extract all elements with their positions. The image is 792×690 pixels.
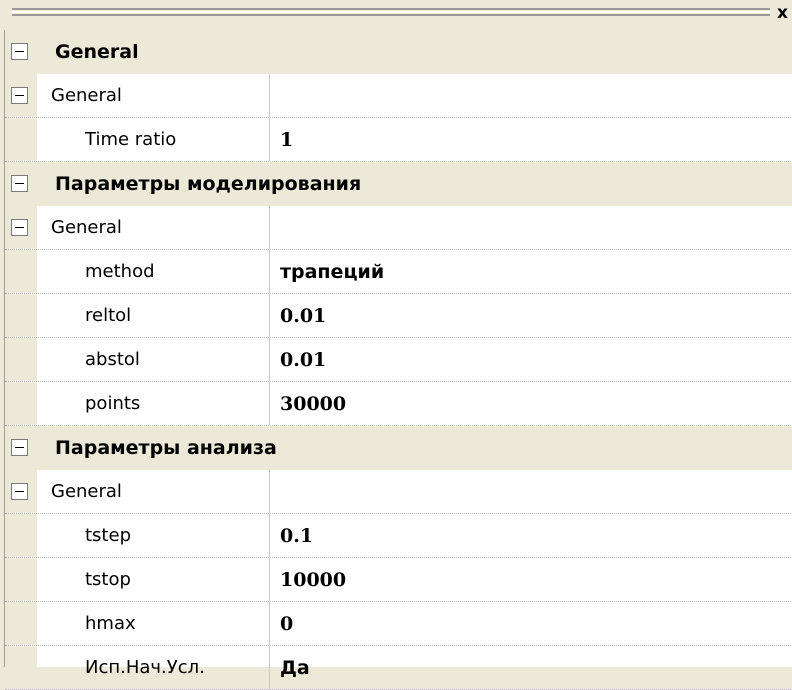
close-icon[interactable]: x [777,2,788,24]
property-name: method [85,261,155,282]
property-name: reltol [85,305,132,326]
panel-titlebar: x [0,0,792,30]
group-row[interactable]: General [5,206,792,250]
category-row-modeling-params[interactable]: Параметры моделирования [5,162,792,206]
property-name: abstol [85,349,140,370]
property-row-hmax[interactable]: hmax 0 [5,602,792,646]
column-divider[interactable] [269,338,270,381]
category-label: Параметры моделирования [55,173,362,195]
property-name: Time ratio [85,129,177,150]
column-divider[interactable] [269,206,270,249]
category-label: Параметры анализа [55,437,277,459]
collapse-icon[interactable] [11,43,28,60]
row-gutter [5,602,37,645]
property-value[interactable]: 0 [280,602,293,646]
collapse-icon[interactable] [11,483,28,500]
property-value[interactable]: Да [280,646,310,690]
collapse-icon[interactable] [11,87,28,104]
collapse-icon[interactable] [11,219,28,236]
row-gutter [5,558,37,601]
row-gutter [5,514,37,557]
property-grid: General General Time ratio 1 Параметры м… [4,30,792,690]
column-divider[interactable] [269,382,270,425]
property-name: hmax [85,613,136,634]
group-label: General [51,481,122,502]
column-divider[interactable] [269,602,270,645]
column-divider[interactable] [269,74,270,117]
drag-grip[interactable] [12,8,770,16]
group-row[interactable]: General [5,470,792,514]
property-value[interactable]: 10000 [280,558,346,602]
property-row-tstop[interactable]: tstop 10000 [5,558,792,602]
collapse-icon[interactable] [11,175,28,192]
property-name: points [85,393,141,414]
column-divider[interactable] [269,294,270,337]
column-divider[interactable] [269,514,270,557]
property-row-tstep[interactable]: tstep 0.1 [5,514,792,558]
row-gutter [5,338,37,381]
category-row-analysis-params[interactable]: Параметры анализа [5,426,792,470]
category-label: General [55,41,139,63]
property-row-time-ratio[interactable]: Time ratio 1 [5,118,792,162]
column-divider[interactable] [269,470,270,513]
property-name: tstop [85,569,131,590]
group-label: General [51,85,122,106]
property-value[interactable]: 0.01 [280,294,326,338]
property-row-use-initial-conditions[interactable]: Исп.Нач.Усл. Да [5,646,792,690]
group-row[interactable]: General [5,74,792,118]
column-divider[interactable] [269,558,270,601]
category-row-general[interactable]: General [5,30,792,74]
property-row-points[interactable]: points 30000 [5,382,792,426]
property-row-abstol[interactable]: abstol 0.01 [5,338,792,382]
row-gutter [5,118,37,161]
row-gutter [5,646,37,689]
collapse-icon[interactable] [11,439,28,456]
column-divider[interactable] [269,250,270,293]
property-value[interactable]: 0.01 [280,338,326,382]
group-label: General [51,217,122,238]
property-name: tstep [85,525,131,546]
row-gutter [5,294,37,337]
property-value[interactable]: трапеций [280,250,384,294]
property-value[interactable]: 30000 [280,382,346,426]
row-gutter [5,250,37,293]
property-row-reltol[interactable]: reltol 0.01 [5,294,792,338]
property-value[interactable]: 1 [280,118,293,162]
column-divider[interactable] [269,646,270,689]
property-value[interactable]: 0.1 [280,514,313,558]
row-gutter [5,382,37,425]
property-row-method[interactable]: method трапеций [5,250,792,294]
property-name: Исп.Нач.Усл. [85,657,205,678]
column-divider[interactable] [269,118,270,161]
